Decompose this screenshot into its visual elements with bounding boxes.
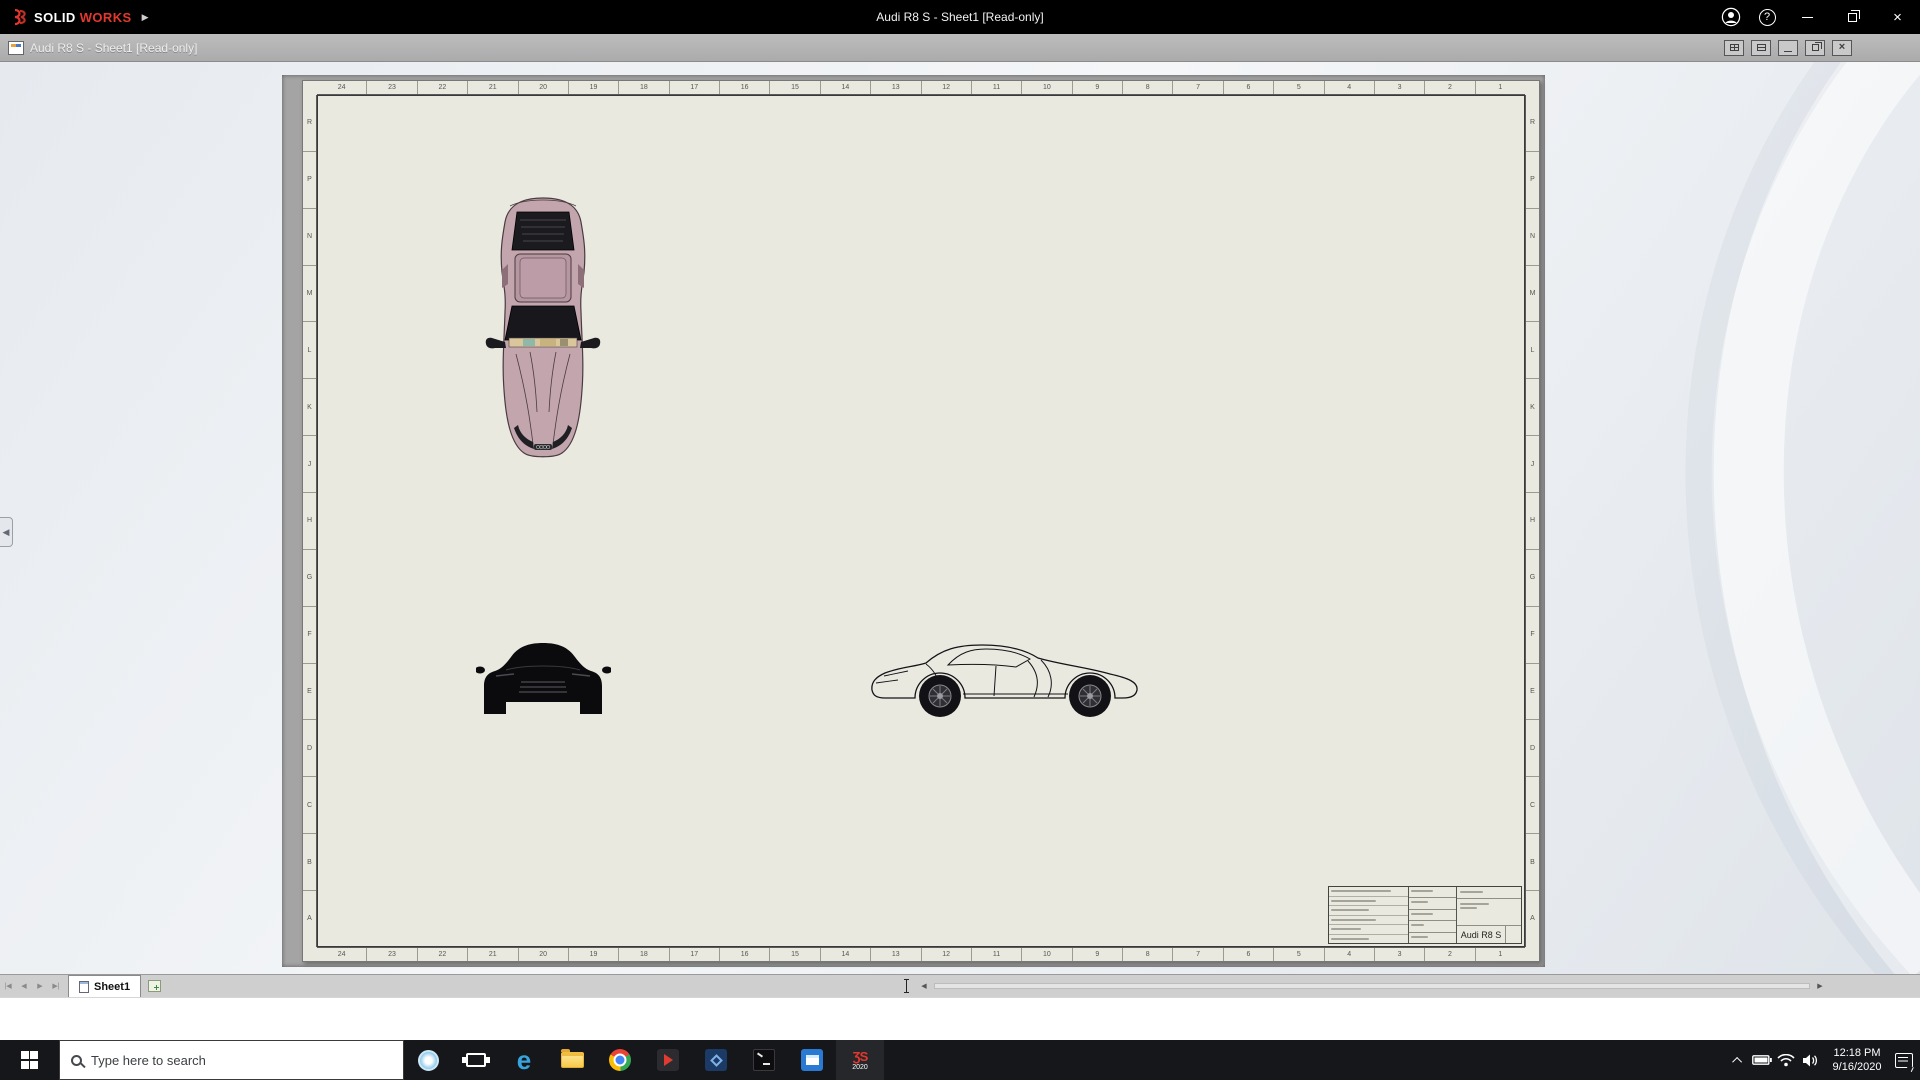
clock-date: 9/16/2020 xyxy=(1822,1060,1892,1074)
revision-cell xyxy=(1505,926,1521,943)
horizontal-scrollbar[interactable] xyxy=(934,983,1810,989)
edge-icon: e xyxy=(517,1047,531,1073)
solidworks-app-icon: ƷS xyxy=(853,1050,868,1063)
composer-app-button[interactable] xyxy=(692,1040,740,1080)
task-view-button[interactable] xyxy=(452,1040,500,1080)
next-sheet-button[interactable]: ▶ xyxy=(32,975,48,997)
split-view-button[interactable] xyxy=(1751,40,1771,56)
doc-close-button[interactable]: × xyxy=(1832,40,1852,56)
media-app-button[interactable] xyxy=(644,1040,692,1080)
terminal-app-button[interactable] xyxy=(740,1040,788,1080)
zone-border-top: 242322212019181716151413121110987654321 xyxy=(317,81,1525,95)
tab-sheet1[interactable]: Sheet1 xyxy=(68,975,141,997)
windows-taskbar: e ƷS 2020 xyxy=(0,1040,1920,1080)
drawing-sheet[interactable]: 242322212019181716151413121110987654321 … xyxy=(302,80,1540,962)
doc-minimize-button[interactable] xyxy=(1778,40,1798,56)
status-bar xyxy=(0,997,1920,1040)
clock-time: 12:18 PM xyxy=(1822,1046,1892,1060)
cortana-button[interactable] xyxy=(404,1040,452,1080)
battery-icon xyxy=(1752,1055,1772,1065)
drawing-view-front[interactable] xyxy=(476,630,611,718)
menu-expand-arrow-icon[interactable]: ▶ xyxy=(142,12,149,23)
help-icon[interactable]: ? xyxy=(1749,0,1785,34)
speaker-icon xyxy=(1802,1054,1818,1067)
scroll-left-arrow[interactable]: ◀ xyxy=(916,975,932,997)
tile-windows-button[interactable] xyxy=(1724,40,1744,56)
task-view-icon xyxy=(466,1053,486,1067)
title-block-approvals xyxy=(1409,887,1457,943)
sheet-icon xyxy=(79,981,89,993)
chevron-up-icon xyxy=(1732,1056,1742,1066)
first-sheet-button[interactable]: |◀ xyxy=(0,975,16,997)
sheet-tab-bar: |◀ ◀ ▶ ▶| Sheet1 ◀ ▶ xyxy=(0,974,1920,997)
close-button[interactable]: × xyxy=(1875,0,1920,34)
window-title: Audi R8 S - Sheet1 [Read-only] xyxy=(876,10,1043,24)
doc-restore-button[interactable] xyxy=(1805,40,1825,56)
folder-icon xyxy=(561,1052,584,1068)
action-center-button[interactable] xyxy=(1892,1040,1916,1080)
zone-border-right: RPNMLKJHGFEDCBA xyxy=(1525,95,1539,947)
red-play-icon xyxy=(657,1049,679,1071)
title-block-title-area: Audi R8 S xyxy=(1457,887,1521,943)
brand-works: WORKS xyxy=(80,10,132,25)
dassault-3ds-icon xyxy=(8,8,30,26)
wifi-icon xyxy=(1777,1054,1795,1067)
part-name: Audi R8 S xyxy=(1457,926,1505,943)
document-title: Audi R8 S - Sheet1 [Read-only] xyxy=(30,41,197,55)
chrome-button[interactable] xyxy=(596,1040,644,1080)
solidworks-menu[interactable]: SOLID WORKS ▶ xyxy=(0,0,149,34)
chrome-icon xyxy=(609,1049,631,1071)
sheet-tab-label: Sheet1 xyxy=(94,981,130,993)
blue-window-icon xyxy=(801,1049,823,1071)
taskbar-search[interactable] xyxy=(59,1040,404,1080)
volume-button[interactable] xyxy=(1798,1040,1822,1080)
minimize-button[interactable] xyxy=(1785,0,1830,34)
windows-logo-icon xyxy=(21,1051,39,1069)
document-titlebar: Audi R8 S - Sheet1 [Read-only] × xyxy=(0,34,1920,62)
brand-solid: SOLID xyxy=(34,10,76,25)
drawing-file-icon xyxy=(8,41,24,55)
cortana-icon xyxy=(418,1050,439,1071)
account-icon[interactable] xyxy=(1713,0,1749,34)
zone-border-left: RPNMLKJHGFEDCBA xyxy=(303,95,317,947)
file-explorer-button[interactable] xyxy=(548,1040,596,1080)
notification-icon xyxy=(1895,1053,1913,1068)
add-sheet-icon xyxy=(148,980,161,992)
solidworks-version-badge: 2020 xyxy=(852,1064,868,1071)
terminal-icon xyxy=(753,1049,775,1071)
last-sheet-button[interactable]: ▶| xyxy=(48,975,64,997)
drawing-view-side[interactable] xyxy=(868,636,1148,720)
start-button[interactable] xyxy=(0,1040,59,1080)
drawing-viewport[interactable]: 242322212019181716151413121110987654321 … xyxy=(282,75,1545,967)
scroll-right-arrow[interactable]: ▶ xyxy=(1812,975,1828,997)
edge-button[interactable]: e xyxy=(500,1040,548,1080)
zone-border-bottom: 242322212019181716151413121110987654321 xyxy=(317,947,1525,961)
add-sheet-button[interactable] xyxy=(141,975,167,997)
battery-button[interactable] xyxy=(1750,1040,1774,1080)
graphics-area[interactable]: ◀ 24232221201918171615141312111098765432… xyxy=(0,62,1920,974)
sheet-drawing-frame: Audi R8 S xyxy=(317,95,1525,947)
titlebar: SOLID WORKS ▶ Audi R8 S - Sheet1 [Read-on… xyxy=(0,0,1920,34)
solidworks-window: SOLID WORKS ▶ Audi R8 S - Sheet1 [Read-on… xyxy=(0,0,1920,1080)
previous-sheet-button[interactable]: ◀ xyxy=(16,975,32,997)
blue-cube-icon xyxy=(705,1049,727,1071)
search-icon xyxy=(71,1055,82,1066)
tray-expand-button[interactable] xyxy=(1726,1040,1750,1080)
drawing-view-top[interactable] xyxy=(478,192,608,464)
taskbar-clock[interactable]: 12:18 PM 9/16/2020 xyxy=(1822,1040,1892,1080)
system-tray: 12:18 PM 9/16/2020 xyxy=(1726,1040,1920,1080)
solidworks-taskbar-button[interactable]: ƷS 2020 xyxy=(836,1040,884,1080)
ibeam-cursor xyxy=(906,979,907,993)
title-block: Audi R8 S xyxy=(1328,886,1522,944)
title-block-notes xyxy=(1329,887,1409,943)
restore-button[interactable] xyxy=(1830,0,1875,34)
featuremanager-collapse-tab[interactable]: ◀ xyxy=(0,517,13,547)
person-icon xyxy=(1721,7,1741,27)
network-button[interactable] xyxy=(1774,1040,1798,1080)
window-app-button[interactable] xyxy=(788,1040,836,1080)
search-input[interactable] xyxy=(91,1053,351,1068)
